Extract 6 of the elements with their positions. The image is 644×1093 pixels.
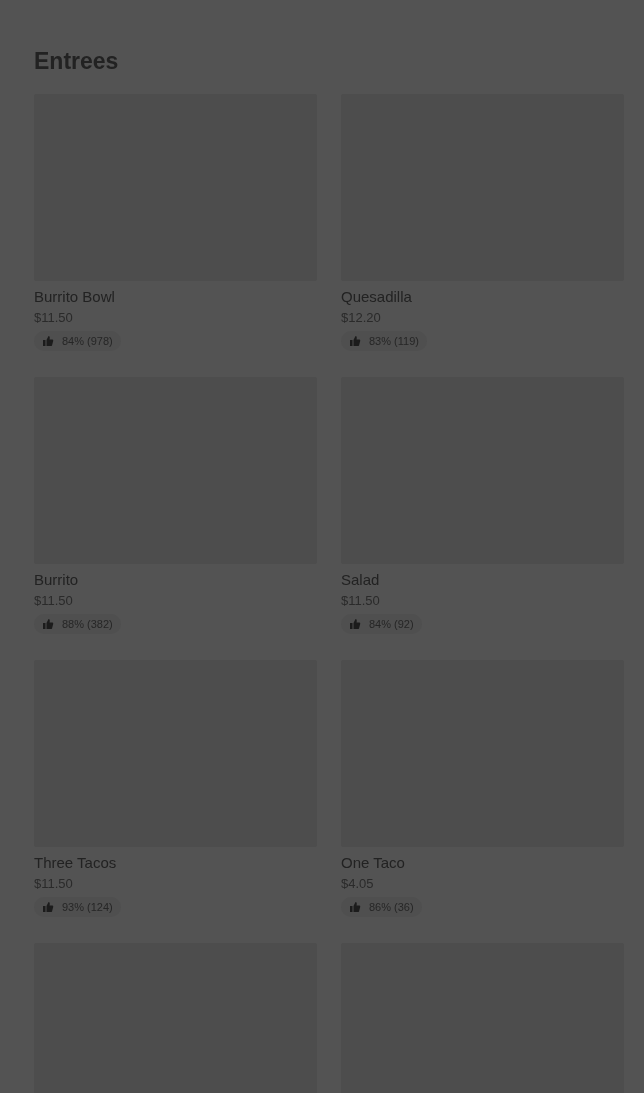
thumbs-up-icon — [42, 618, 54, 630]
thumbs-up-icon — [349, 901, 361, 913]
thumbs-up-icon — [349, 618, 361, 630]
thumbs-up-icon — [42, 901, 54, 913]
thumbs-up-icon — [42, 335, 54, 347]
thumbs-up-icon — [349, 335, 361, 347]
